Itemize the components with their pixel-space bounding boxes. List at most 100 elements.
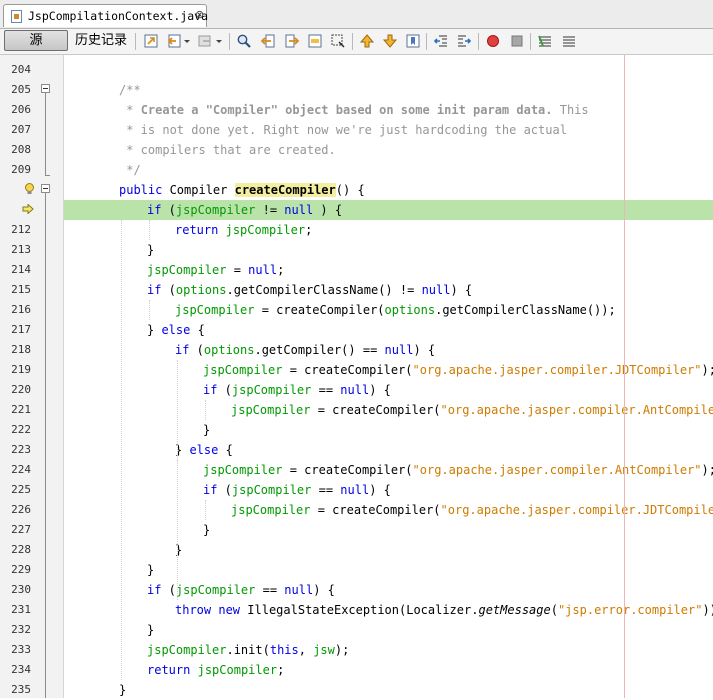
- line-number: 228: [11, 543, 31, 556]
- code-line[interactable]: }: [64, 240, 713, 260]
- toolbar-separator: [352, 33, 353, 50]
- code-token: ));: [702, 603, 713, 617]
- code-line[interactable]: }: [64, 520, 713, 540]
- line-number: 204: [11, 63, 31, 76]
- next-bookmark-icon[interactable]: [382, 33, 398, 49]
- toggle-highlight-icon[interactable]: [307, 33, 323, 49]
- right-margin-line: [624, 55, 625, 698]
- code-editor[interactable]: /** * Create a "Compiler" object based o…: [64, 55, 713, 698]
- find-icon[interactable]: [236, 33, 252, 49]
- code-line[interactable]: } else {: [64, 320, 713, 340]
- editor-tab[interactable]: JspCompilationContext.java ⊗: [3, 4, 208, 27]
- code-token: Create a "Compiler" object based on some…: [140, 103, 553, 117]
- code-line[interactable]: /**: [64, 80, 713, 100]
- fold-collapse-icon[interactable]: [41, 184, 50, 193]
- code-line[interactable]: if (options.getCompiler() == null) {: [64, 340, 713, 360]
- code-line[interactable]: public Compiler createCompiler() {: [64, 180, 713, 200]
- forward-icon[interactable]: [197, 33, 213, 49]
- code-token: ,: [298, 643, 314, 657]
- uncomment-icon[interactable]: [561, 33, 577, 49]
- code-line[interactable]: jspCompiler = createCompiler("org.apache…: [64, 500, 713, 520]
- forward-dropdown-icon[interactable]: [215, 33, 223, 49]
- line-number: 234: [11, 663, 31, 676]
- line-number: 221: [11, 403, 31, 416]
- code-line[interactable]: }: [64, 540, 713, 560]
- stop-macro-recording-icon[interactable]: [509, 33, 525, 49]
- back-dropdown-icon[interactable]: [183, 33, 191, 49]
- code-token: This: [552, 103, 589, 117]
- code-token: .getCompilerClassName());: [435, 303, 616, 317]
- code-line[interactable]: [64, 60, 713, 80]
- code-line[interactable]: jspCompiler = null;: [64, 260, 713, 280]
- code-line[interactable]: throw new IllegalStateException(Localize…: [64, 600, 713, 620]
- line-number: 220: [11, 383, 31, 396]
- fold-collapse-icon[interactable]: [41, 84, 50, 93]
- code-token: Compiler: [162, 183, 235, 197]
- back-icon[interactable]: [166, 33, 182, 49]
- previous-bookmark-icon[interactable]: [359, 33, 375, 49]
- toolbar-separator: [478, 33, 479, 50]
- code-token: jspCompiler: [231, 383, 312, 397]
- code-token: ) {: [313, 583, 335, 597]
- code-line[interactable]: if (jspCompiler == null) {: [64, 380, 713, 400]
- code-line[interactable]: if (jspCompiler == null) {: [64, 480, 713, 500]
- comment-icon[interactable]: [537, 33, 553, 49]
- line-number: 208: [11, 143, 31, 156]
- code-line[interactable]: */: [64, 160, 713, 180]
- start-macro-recording-icon[interactable]: [485, 33, 501, 49]
- line-number: 217: [11, 323, 31, 336]
- line-number: 231: [11, 603, 31, 616]
- code-line[interactable]: return jspCompiler;: [64, 220, 713, 240]
- code-line[interactable]: * Create a "Compiler" object based on so…: [64, 100, 713, 120]
- history-view-button[interactable]: 历史记录: [75, 30, 127, 51]
- code-line[interactable]: jspCompiler.init(this, jsw);: [64, 640, 713, 660]
- code-token: jspCompiler: [175, 203, 256, 217]
- code-token: (: [217, 383, 232, 397]
- code-line[interactable]: * is not done yet. Right now we're just …: [64, 120, 713, 140]
- code-token: jsw: [313, 643, 335, 657]
- editor-toolbar: 源 历史记录: [0, 29, 713, 55]
- code-line[interactable]: jspCompiler = createCompiler("org.apache…: [64, 360, 713, 380]
- source-view-button[interactable]: 源: [4, 30, 68, 51]
- hint-lightbulb-icon[interactable]: [24, 183, 35, 195]
- find-previous-icon[interactable]: [260, 33, 276, 49]
- tab-close-icon[interactable]: ⊗: [195, 8, 204, 22]
- code-token: * is not done yet. Right now we're just …: [119, 123, 567, 137]
- code-line[interactable]: } else {: [64, 440, 713, 460]
- code-token: null: [421, 283, 451, 297]
- code-line[interactable]: }: [64, 620, 713, 640]
- code-token: jspCompiler: [175, 303, 255, 317]
- code-token: jspCompiler: [147, 643, 227, 657]
- shift-left-icon[interactable]: [433, 33, 449, 49]
- code-line[interactable]: * compilers that are created.: [64, 140, 713, 160]
- editor-tab-bar: JspCompilationContext.java ⊗: [0, 0, 713, 29]
- code-line[interactable]: jspCompiler = createCompiler("org.apache…: [64, 400, 713, 420]
- code-token: (: [217, 483, 232, 497]
- code-line[interactable]: }: [64, 560, 713, 580]
- code-token: ;: [305, 223, 313, 237]
- toggle-bookmark-icon[interactable]: [405, 33, 421, 49]
- line-number: 226: [11, 503, 31, 516]
- code-token: "org.apache.jasper.compiler.JDTCompiler": [440, 503, 713, 517]
- last-edit-icon[interactable]: [143, 33, 159, 49]
- shift-right-icon[interactable]: [456, 33, 472, 49]
- find-next-icon[interactable]: [284, 33, 300, 49]
- line-number: 224: [11, 463, 31, 476]
- code-line[interactable]: if (options.getCompilerClassName() != nu…: [64, 280, 713, 300]
- current-debug-line[interactable]: if (jspCompiler != null ) {: [64, 200, 713, 220]
- code-line[interactable]: jspCompiler = createCompiler("org.apache…: [64, 460, 713, 480]
- code-token: ) {: [413, 343, 436, 357]
- code-token: return: [175, 223, 219, 237]
- code-line[interactable]: if (jspCompiler == null) {: [64, 580, 713, 600]
- code-line[interactable]: jspCompiler = createCompiler(options.get…: [64, 300, 713, 320]
- code-line[interactable]: }: [64, 680, 713, 700]
- code-line[interactable]: return jspCompiler;: [64, 660, 713, 680]
- code-line[interactable]: }: [64, 420, 713, 440]
- code-token: jspCompiler: [231, 403, 311, 417]
- java-file-icon: [11, 10, 22, 23]
- toggle-rect-selection-icon[interactable]: [330, 33, 346, 49]
- tab-title[interactable]: JspCompilationContext.java: [28, 9, 208, 23]
- code-token: ==: [311, 383, 341, 397]
- code-token: */: [119, 163, 141, 177]
